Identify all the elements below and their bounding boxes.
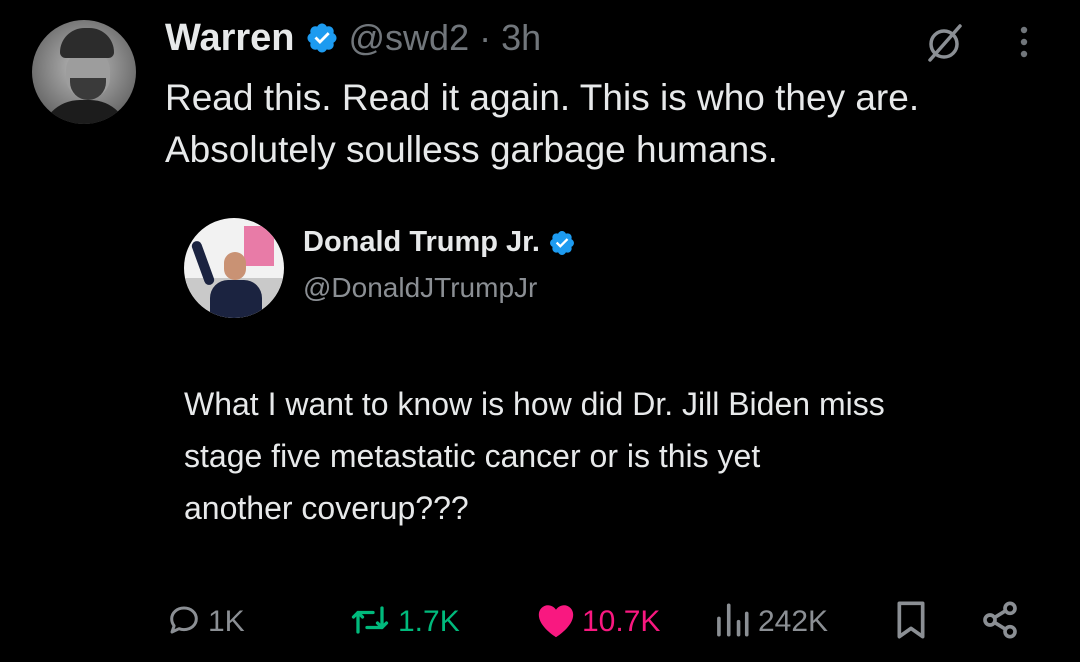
author-handle[interactable]: @swd2: [349, 17, 470, 59]
post-text: Read this. Read it again. This is who th…: [165, 72, 1045, 176]
verified-badge-icon: [548, 229, 576, 257]
views-chart-icon: [712, 602, 752, 643]
views-count: 242K: [758, 605, 829, 638]
quoted-post-header: Donald Trump Jr.: [303, 226, 586, 259]
post-text-line: Absolutely soulless garbage humans.: [165, 129, 778, 170]
separator-dot: ·: [479, 17, 492, 58]
reply-count: 1K: [208, 605, 245, 638]
grok-icon[interactable]: [922, 20, 966, 64]
quoted-text-line: another coverup???: [184, 490, 469, 526]
quoted-author-handle[interactable]: @DonaldJTrumpJr: [303, 272, 537, 304]
author-avatar[interactable]: [32, 20, 136, 124]
quoted-author-name[interactable]: Donald Trump Jr.: [303, 226, 540, 259]
quoted-author-avatar[interactable]: [184, 218, 284, 318]
views-button[interactable]: 242K: [712, 596, 828, 648]
verified-badge-icon: [305, 21, 339, 55]
like-button[interactable]: 10.7K: [536, 596, 660, 648]
quoted-text-line: stage five metastatic cancer or is this …: [184, 438, 761, 474]
post-timestamp[interactable]: 3h: [501, 17, 541, 59]
quoted-text-line: What I want to know is how did Dr. Jill …: [184, 386, 885, 422]
repost-icon: [348, 602, 392, 643]
quoted-post-text[interactable]: What I want to know is how did Dr. Jill …: [184, 378, 1044, 534]
heart-icon: [536, 602, 576, 643]
share-icon: [980, 600, 1020, 645]
repost-button[interactable]: 1.7K: [348, 596, 460, 648]
author-name[interactable]: Warren: [165, 17, 295, 60]
like-count: 10.7K: [582, 605, 661, 638]
action-bar: 1K 1.7K 10.7K 242K: [0, 596, 1080, 648]
more-vertical-icon[interactable]: [1016, 22, 1032, 62]
share-button[interactable]: [980, 596, 1020, 648]
post-text-line: Read this. Read it again. This is who th…: [165, 77, 920, 118]
post-header: Warren @swd2 · 3h: [165, 14, 541, 62]
reply-icon: [166, 602, 202, 643]
bookmark-icon: [894, 600, 928, 645]
reply-button[interactable]: 1K: [166, 596, 245, 648]
bookmark-button[interactable]: [894, 596, 928, 648]
repost-count: 1.7K: [398, 605, 460, 638]
